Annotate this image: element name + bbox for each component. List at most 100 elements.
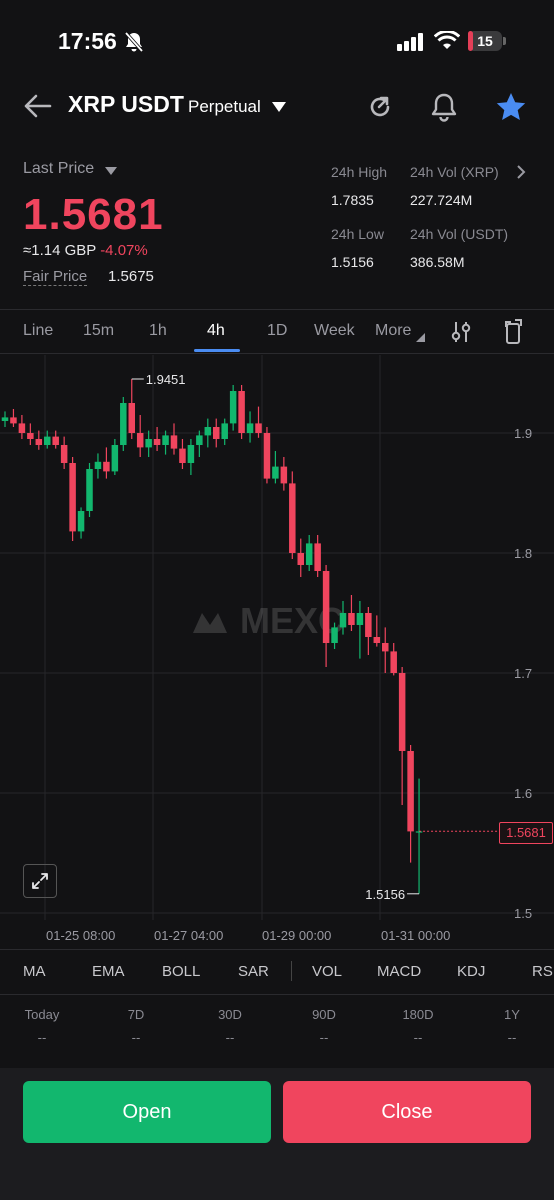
chevron-right-icon[interactable] [515, 164, 527, 180]
candle-body [35, 439, 43, 445]
candle-body [213, 427, 220, 439]
candle-body [382, 643, 389, 652]
period-label: 30D [218, 1007, 242, 1022]
low-value: 1.5156 [331, 254, 374, 270]
fair-price-value: 1.5675 [108, 268, 154, 285]
y-tick-label: 1.9 [514, 426, 532, 441]
candlestick-chart[interactable]: MEXC 1.9 1.8 1.7 1.6 1.5 1.9451 1.5156 [0, 355, 554, 925]
max-label: 1.9451 [146, 372, 186, 387]
contract-type[interactable]: Perpetual [188, 97, 261, 117]
candle-body [314, 543, 321, 571]
candle-body [111, 445, 119, 472]
open-button[interactable]: Open [23, 1081, 271, 1143]
indicator-settings-icon[interactable] [450, 320, 472, 344]
period-label: 180D [402, 1007, 434, 1022]
candle-body [128, 403, 135, 433]
price-conversion: ≈1.14 GBP -4.07% [23, 242, 148, 259]
candle-body [204, 427, 212, 436]
y-tick-label: 1.6 [514, 786, 532, 801]
period-value: -- [131, 1030, 141, 1045]
indicator-boll[interactable]: BOLL [162, 963, 200, 980]
period-value: -- [37, 1030, 47, 1045]
tab-1d[interactable]: 1D [267, 322, 287, 340]
candle-body [136, 433, 144, 448]
vol-usdt-label: 24h Vol (USDT) [410, 226, 509, 242]
vol-xrp-label: 24h Vol (XRP) [410, 164, 499, 180]
indicator-kdj[interactable]: KDJ [457, 963, 485, 980]
divider [0, 949, 554, 950]
candle-body [120, 403, 127, 445]
indicator-macd[interactable]: MACD [377, 963, 421, 980]
watermark: MEXC [193, 600, 344, 641]
candle-body [407, 751, 414, 832]
divider [0, 353, 554, 354]
close-button[interactable]: Close [283, 1081, 531, 1143]
period-value: -- [413, 1030, 423, 1045]
high-label: 24h High [331, 164, 388, 180]
period-value: -- [319, 1030, 329, 1045]
candle-body [305, 543, 313, 565]
candle-body [322, 571, 330, 643]
candle-body [86, 469, 93, 511]
tab-1h[interactable]: 1h [149, 322, 167, 340]
indicator-ema[interactable]: EMA [92, 963, 125, 980]
star-icon[interactable] [495, 91, 527, 123]
candle-body [246, 423, 254, 433]
back-arrow-icon[interactable] [22, 93, 52, 119]
expand-icon [32, 873, 48, 889]
y-axis: 1.9 1.8 1.7 1.6 1.5 [514, 426, 532, 921]
more-corner-icon[interactable] [416, 333, 425, 342]
x-tick-label: 01-29 00:00 [262, 928, 332, 943]
candle-body [170, 435, 178, 449]
candle-body [339, 613, 347, 628]
candle-body [331, 627, 338, 643]
tab-more[interactable]: More [375, 322, 411, 340]
wifi-icon [434, 31, 460, 49]
candle-body [1, 417, 9, 421]
y-tick-label: 1.5 [514, 906, 532, 921]
status-time: 17:56 [58, 28, 117, 54]
indicator-ma[interactable]: MA [23, 963, 46, 980]
screen-rotate-icon[interactable] [502, 319, 524, 345]
candle-body [10, 417, 17, 424]
candle-body [77, 511, 85, 532]
candle-body [356, 613, 364, 625]
tab-15m[interactable]: 15m [83, 322, 114, 340]
y-tick-label: 1.7 [514, 666, 532, 681]
expand-chart-button[interactable] [23, 864, 57, 898]
tab-4h[interactable]: 4h [207, 322, 225, 340]
candle-body [390, 651, 397, 673]
price-change: -4.07% [100, 242, 148, 259]
tab-week[interactable]: Week [314, 322, 355, 340]
dropdown-caret-icon[interactable] [271, 101, 287, 113]
fair-price-label[interactable]: Fair Price [23, 268, 88, 286]
candle-body [238, 391, 245, 433]
low-label: 24h Low [331, 226, 384, 242]
candle-body [69, 463, 76, 532]
last-price-caret-icon[interactable] [104, 166, 118, 176]
candles [1, 379, 423, 894]
candle-body [255, 423, 262, 433]
candle-body [27, 433, 34, 439]
indicator-vol[interactable]: VOL [312, 963, 342, 980]
divider [0, 994, 554, 995]
indicator-rsi[interactable]: RS [532, 963, 553, 980]
x-tick-label: 01-31 00:00 [381, 928, 451, 943]
period-label: 1Y [504, 1007, 520, 1022]
candle-body [187, 445, 195, 463]
tab-line[interactable]: Line [23, 322, 53, 340]
candle-body [52, 436, 59, 445]
symbol-title[interactable]: XRP USDT [68, 91, 184, 118]
period-value: -- [507, 1030, 517, 1045]
candle-body [229, 391, 237, 424]
signal-icon [397, 33, 423, 51]
candle-body [263, 433, 271, 479]
candle-body [272, 466, 279, 479]
active-tab-indicator [194, 349, 240, 352]
candle-body [196, 435, 203, 445]
bell-icon[interactable] [430, 92, 458, 122]
indicator-sar[interactable]: SAR [238, 963, 269, 980]
refresh-icon[interactable] [366, 93, 394, 121]
last-price-label[interactable]: Last Price [23, 160, 94, 178]
period-label: 90D [312, 1007, 336, 1022]
